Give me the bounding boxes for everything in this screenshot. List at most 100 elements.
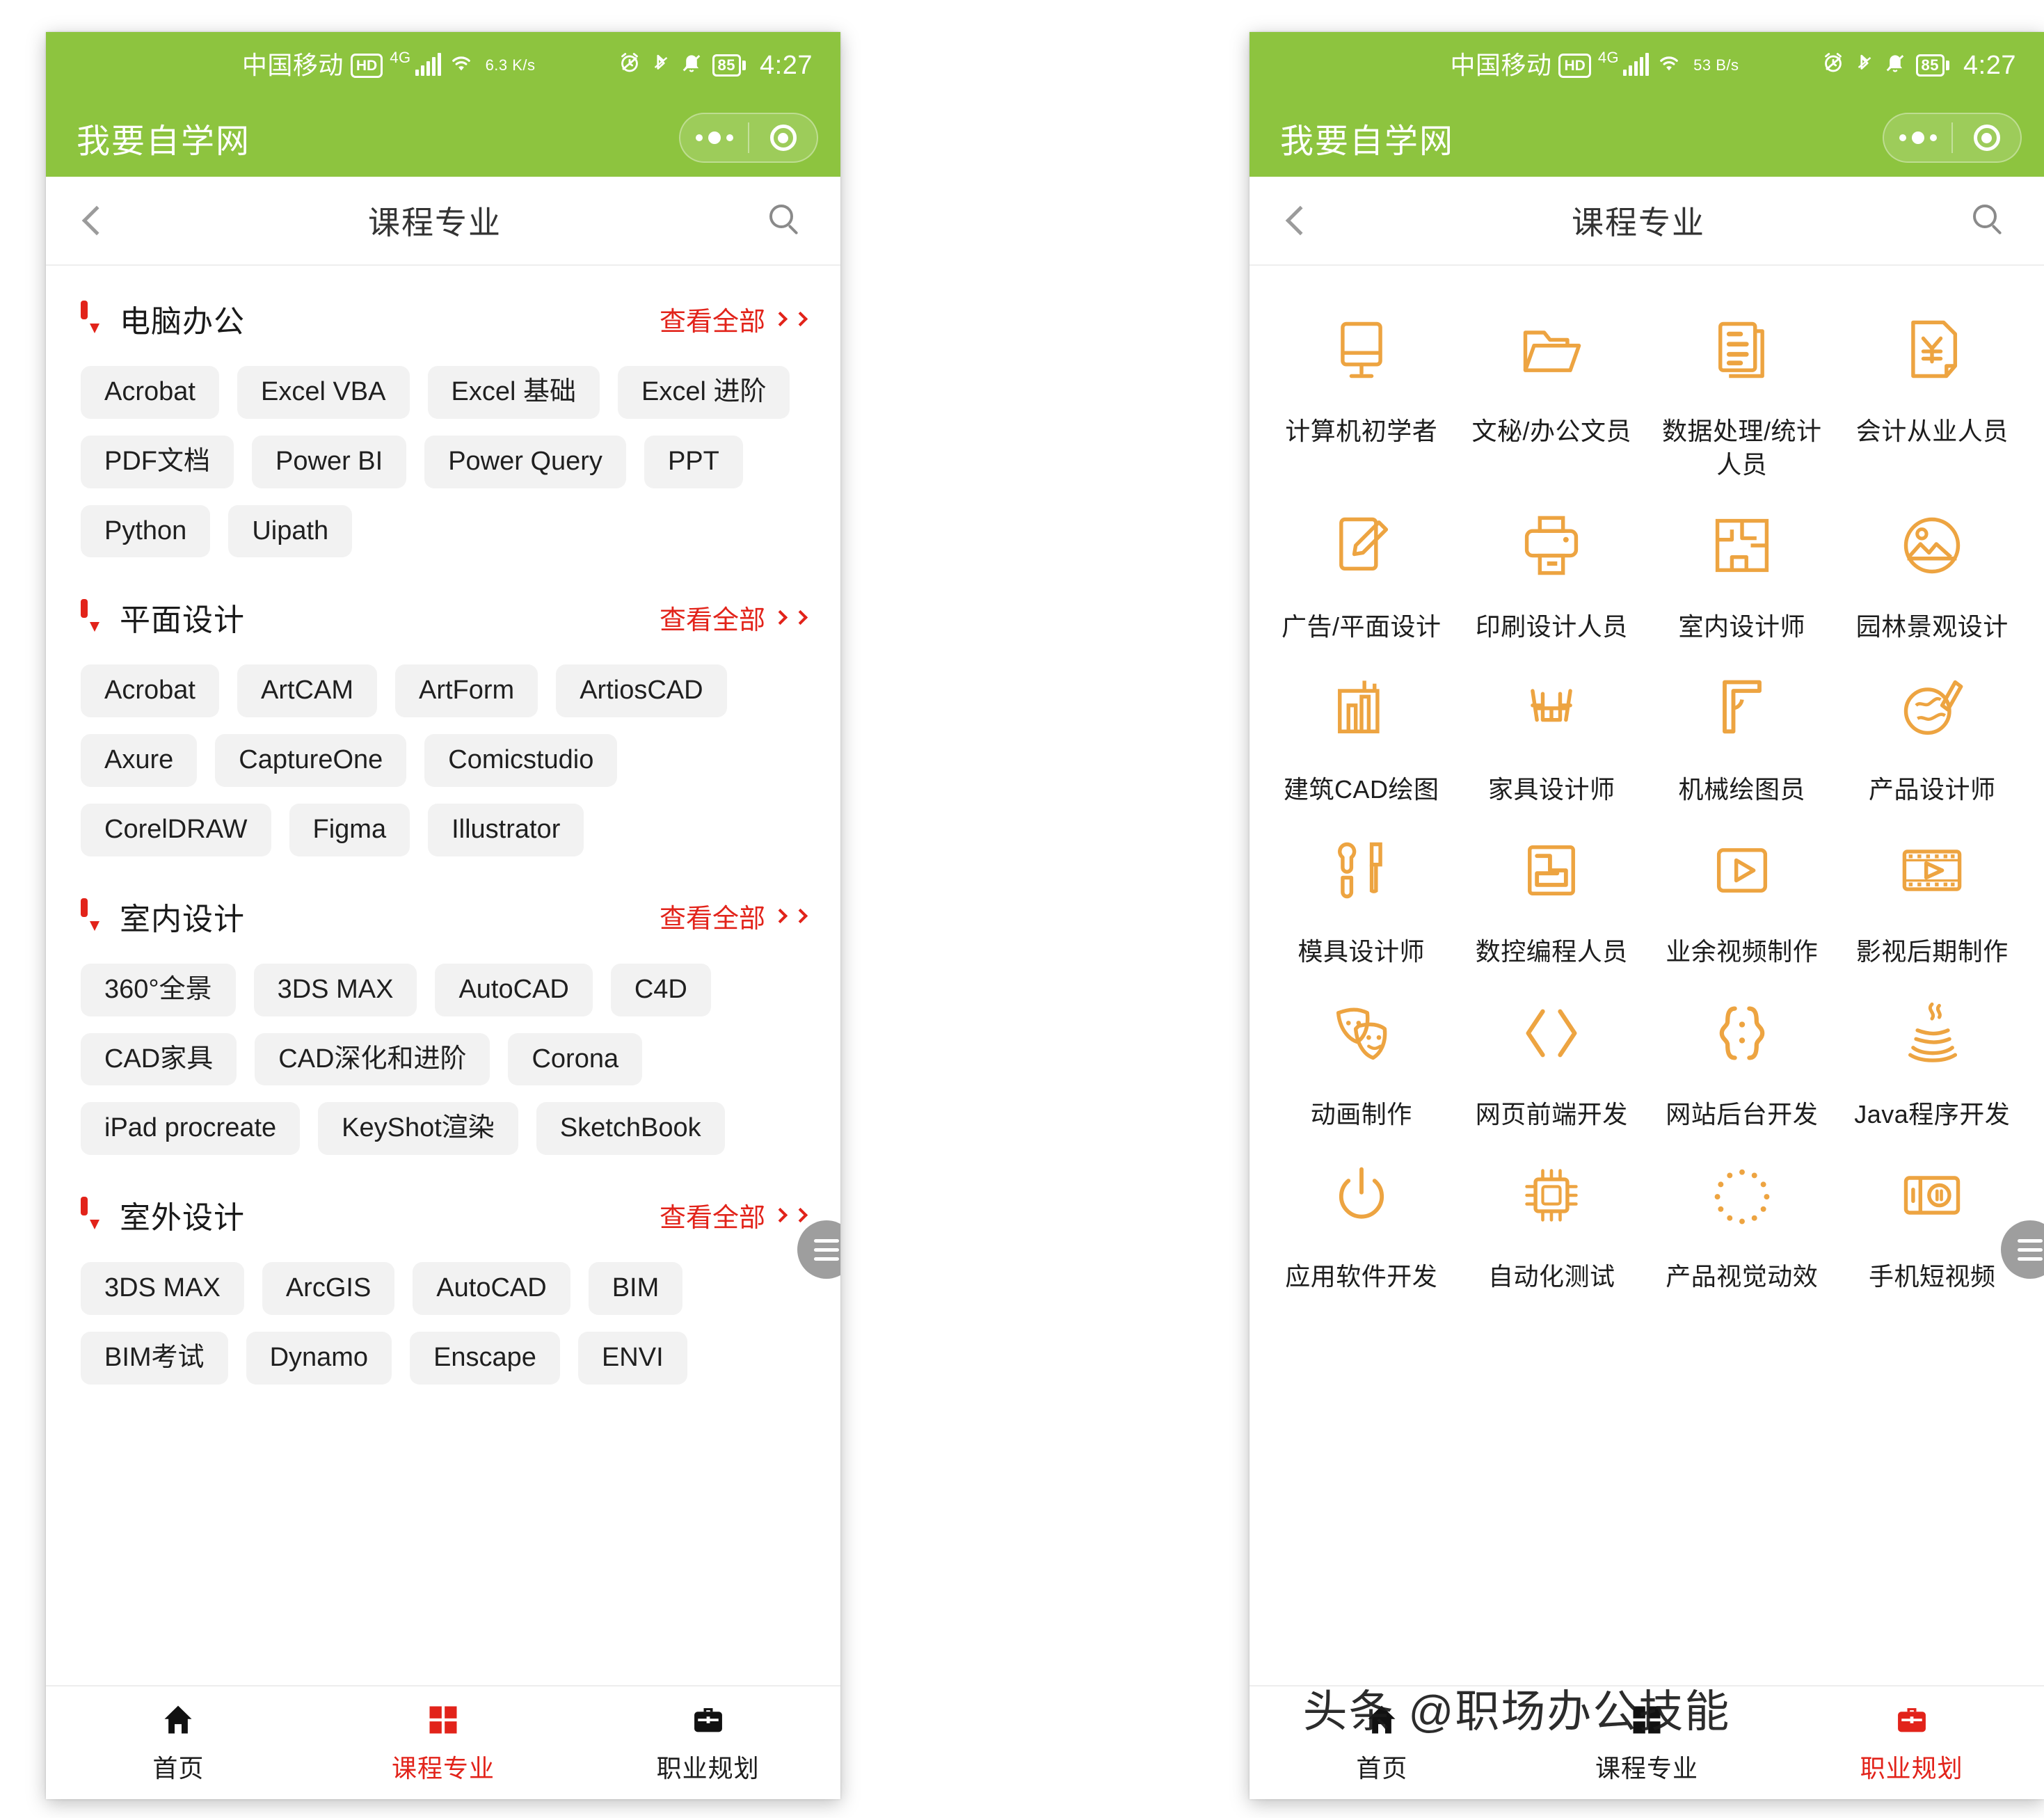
course-tag[interactable]: 360°全景 bbox=[81, 963, 236, 1016]
profession-cell[interactable]: 业余视频制作 bbox=[1647, 824, 1837, 975]
profession-label: 数据处理/统计人员 bbox=[1661, 417, 1822, 479]
more-dots-icon[interactable] bbox=[680, 131, 748, 144]
course-tag[interactable]: AutoCAD bbox=[435, 963, 593, 1016]
see-all-label: 查看全部 bbox=[659, 307, 765, 337]
course-tag[interactable]: Axure bbox=[81, 734, 198, 787]
profession-scroll-body[interactable]: 计算机初学者 文秘/办公文员 数据处理/统计人员 会计从业人员广告/平面设计 印刷设计人… bbox=[1249, 266, 2044, 1685]
profession-label: 手机短视频 bbox=[1868, 1262, 1996, 1291]
course-tag[interactable]: 3DS MAX bbox=[253, 963, 417, 1016]
course-tag[interactable]: Acrobat bbox=[81, 366, 219, 419]
course-tag[interactable]: CaptureOne bbox=[215, 734, 407, 787]
profession-cell[interactable]: 影视后期制作 bbox=[1837, 824, 2028, 975]
alarm-icon bbox=[1821, 51, 1845, 81]
course-tag[interactable]: Corona bbox=[508, 1032, 643, 1086]
tab-courses[interactable]: 课程专业 bbox=[311, 1701, 576, 1785]
folder-icon bbox=[1510, 309, 1592, 391]
profession-cell[interactable]: 园林景观设计 bbox=[1837, 499, 2028, 651]
more-dots-icon[interactable] bbox=[1884, 131, 1951, 144]
profession-cell[interactable]: 印刷设计人员 bbox=[1457, 499, 1647, 651]
profession-cell[interactable]: 模具设计师 bbox=[1266, 824, 1457, 975]
profession-cell[interactable]: 机械绘图员 bbox=[1647, 662, 1837, 813]
profession-grid: 计算机初学者 文秘/办公文员 数据处理/统计人员 会计从业人员广告/平面设计 印刷设计人… bbox=[1249, 266, 2044, 1307]
see-all-link[interactable]: 查看全部 bbox=[660, 598, 808, 637]
profession-cell[interactable]: 产品设计师 bbox=[1837, 662, 2028, 813]
course-tag[interactable]: KeyShot渲染 bbox=[318, 1102, 518, 1156]
search-icon[interactable] bbox=[1973, 205, 2005, 237]
course-tag[interactable]: ENVI bbox=[577, 1331, 687, 1385]
course-tag[interactable]: CAD深化和进阶 bbox=[255, 1032, 490, 1086]
document-list-icon bbox=[1701, 309, 1783, 391]
tab-label: 职业规划 bbox=[656, 1754, 760, 1783]
course-tag[interactable]: iPad procreate bbox=[81, 1102, 301, 1156]
profession-cell[interactable]: 动画制作 bbox=[1266, 987, 1457, 1138]
course-tag[interactable]: Comicstudio bbox=[424, 734, 618, 787]
course-tag[interactable]: CorelDRAW bbox=[81, 803, 271, 856]
profession-cell[interactable]: 计算机初学者 bbox=[1266, 303, 1457, 488]
course-tag[interactable]: Enscape bbox=[410, 1331, 560, 1385]
profession-cell[interactable]: 产品视觉动效 bbox=[1647, 1149, 1837, 1300]
wifi-icon bbox=[1656, 52, 1682, 79]
course-tag[interactable]: Acrobat bbox=[81, 664, 219, 718]
mute-icon bbox=[680, 51, 703, 81]
course-tag[interactable]: Power BI bbox=[252, 435, 407, 488]
profession-cell[interactable]: 数据处理/统计人员 bbox=[1647, 303, 1837, 488]
profession-cell[interactable]: 网站后台开发 bbox=[1647, 987, 1837, 1138]
tab-career[interactable]: 职业规划 bbox=[575, 1701, 840, 1785]
course-tag[interactable]: BIM考试 bbox=[81, 1331, 228, 1385]
course-tag[interactable]: Uipath bbox=[228, 504, 353, 558]
profession-cell[interactable]: 应用软件开发 bbox=[1266, 1149, 1457, 1300]
course-tag[interactable]: ArcGIS bbox=[262, 1262, 395, 1315]
miniprogram-capsule[interactable] bbox=[679, 113, 818, 163]
course-tag[interactable]: Python bbox=[81, 504, 211, 558]
course-tag[interactable]: AutoCAD bbox=[413, 1262, 570, 1315]
see-all-link[interactable]: 查看全部 bbox=[660, 897, 808, 935]
profession-cell[interactable]: 建筑CAD绘图 bbox=[1266, 662, 1457, 813]
course-tag[interactable]: BIM bbox=[588, 1262, 683, 1315]
status-bar-right-group-2: 85 4:27 bbox=[1821, 51, 2016, 81]
profession-cell[interactable]: 自动化测试 bbox=[1457, 1149, 1647, 1300]
tab-career[interactable]: 职业规划 bbox=[1779, 1701, 2044, 1785]
course-tag[interactable]: ArtiosCAD bbox=[556, 664, 727, 718]
status-bar-left-group: 中国移动 HD 4G 6.3 K/s bbox=[242, 49, 536, 79]
course-tag[interactable]: 3DS MAX bbox=[81, 1262, 244, 1315]
course-tag[interactable]: Dynamo bbox=[246, 1331, 392, 1385]
chevron-right-icon bbox=[772, 311, 788, 326]
course-tag[interactable]: ArtCAM bbox=[237, 664, 377, 718]
section-title: 室内设计 bbox=[120, 902, 245, 936]
course-tag[interactable]: Figma bbox=[289, 803, 410, 856]
course-tag[interactable]: Excel 进阶 bbox=[617, 366, 790, 419]
profession-cell[interactable]: 家具设计师 bbox=[1457, 662, 1647, 813]
miniprogram-capsule[interactable] bbox=[1883, 113, 2022, 163]
see-all-link[interactable]: 查看全部 bbox=[659, 300, 808, 338]
course-tag[interactable]: ArtForm bbox=[394, 664, 538, 718]
course-tag[interactable]: PPT bbox=[644, 435, 743, 488]
course-tag[interactable]: Excel VBA bbox=[237, 366, 410, 419]
course-tag[interactable]: C4D bbox=[610, 963, 711, 1016]
profession-cell[interactable]: 室内设计师 bbox=[1647, 499, 1837, 651]
profession-label: 广告/平面设计 bbox=[1281, 612, 1442, 641]
profession-cell[interactable]: 文秘/办公文员 bbox=[1457, 303, 1647, 488]
nav-bar-left: 课程专业 bbox=[46, 177, 840, 266]
course-tag[interactable]: CAD家具 bbox=[81, 1032, 237, 1086]
target-circle-icon[interactable] bbox=[749, 125, 817, 151]
profession-cell[interactable]: 会计从业人员 bbox=[1837, 303, 2028, 488]
tab-home[interactable]: 首页 bbox=[46, 1701, 311, 1785]
category-scroll-body[interactable]: 电脑办公 查看全部 Acrobat Excel VBA Excel 基础 Excel 进阶… bbox=[46, 266, 840, 1685]
course-tag[interactable]: Power Query bbox=[424, 435, 626, 488]
app-bar-left: 我要自学网 bbox=[46, 99, 840, 177]
profession-cell[interactable]: 广告/平面设计 bbox=[1266, 499, 1457, 651]
course-tag[interactable]: SketchBook bbox=[536, 1102, 725, 1156]
see-all-link[interactable]: 查看全部 bbox=[660, 1196, 808, 1234]
course-tag[interactable]: Illustrator bbox=[428, 803, 584, 856]
search-icon[interactable] bbox=[769, 205, 801, 237]
tab-bar-left[interactable]: 首页 课程专业 职业规划 bbox=[46, 1685, 840, 1799]
target-circle-icon[interactable] bbox=[1953, 125, 2020, 151]
course-tag[interactable]: PDF文档 bbox=[81, 435, 234, 488]
profession-cell[interactable]: 手机短视频 bbox=[1837, 1149, 2028, 1300]
profession-cell[interactable]: 数控编程人员 bbox=[1457, 824, 1647, 975]
screenshot-stage: 中国移动 HD 4G 6.3 K/s 85 4:27 我要自学网 课程专业 电脑… bbox=[0, 0, 2044, 1818]
signal-bars-icon bbox=[415, 53, 441, 76]
profession-cell[interactable]: 网页前端开发 bbox=[1457, 987, 1647, 1138]
course-tag[interactable]: Excel 基础 bbox=[427, 366, 600, 419]
profession-cell[interactable]: Java程序开发 bbox=[1837, 987, 2028, 1138]
